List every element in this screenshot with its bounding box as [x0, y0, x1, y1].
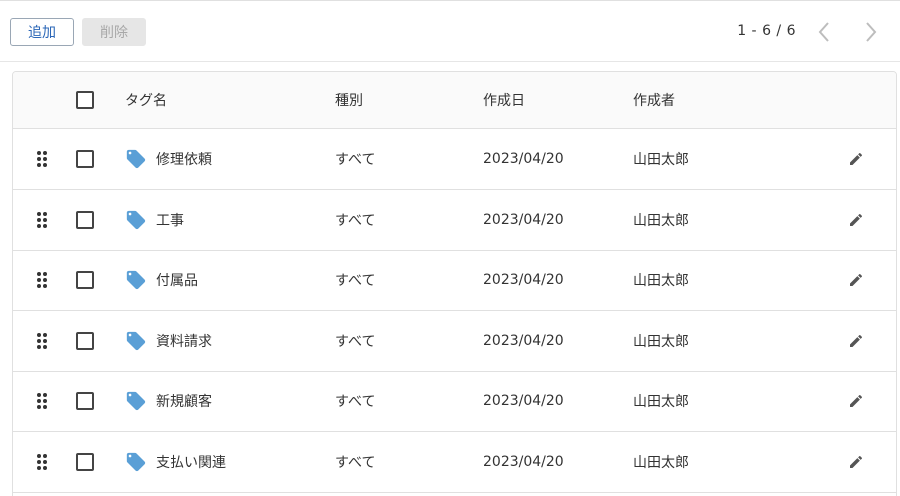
row-select-cell [76, 129, 96, 189]
edit-cell [845, 190, 867, 250]
drag-cell [31, 371, 53, 431]
tag-icon [126, 452, 146, 471]
tag-name: 修理依頼 [156, 152, 212, 168]
delete-button[interactable]: 削除 [82, 18, 146, 46]
tag-name-cell: 修理依頼 [125, 129, 212, 189]
tag-created-date: 2023/04/20 [483, 151, 564, 167]
tag-type: すべて [335, 273, 376, 289]
tag-name: 工事 [156, 212, 184, 229]
row-checkbox[interactable] [76, 271, 94, 289]
tag-table: タグ名 種別 作成日 作成者 修理依頼 すべて 2023/04/20 山田太郎 [12, 71, 897, 496]
row-select-cell [76, 250, 96, 310]
tag-author: 山田太郎 [633, 394, 689, 410]
row-checkbox[interactable] [76, 210, 94, 229]
chevron-right-icon [866, 22, 877, 42]
next-page-button[interactable] [858, 19, 884, 45]
row-checkbox[interactable] [76, 150, 94, 168]
edit-cell [845, 311, 867, 371]
pencil-icon[interactable] [848, 333, 864, 349]
pencil-icon[interactable] [848, 393, 864, 409]
table-row: 新規顧客 すべて 2023/04/20 山田太郎 [13, 371, 896, 432]
pencil-icon[interactable] [848, 454, 864, 470]
tag-type: すべて [335, 212, 376, 229]
pagination-range: 1 - 6 / 6 [737, 23, 796, 39]
column-header-created: 作成日 [483, 93, 525, 109]
column-header-author: 作成者 [633, 93, 675, 109]
add-button[interactable]: 追加 [10, 18, 74, 46]
drag-cell [31, 250, 53, 310]
row-checkbox[interactable] [76, 452, 94, 471]
tag-type: すべて [335, 333, 376, 350]
tag-name: 付属品 [156, 273, 198, 289]
drag-handle-icon[interactable] [36, 332, 48, 350]
tag-author: 山田太郎 [633, 212, 689, 229]
select-all-cell [76, 72, 96, 128]
tag-created-date: 2023/04/20 [483, 453, 564, 470]
tag-icon [126, 391, 146, 411]
tag-created-date: 2023/04/20 [483, 332, 564, 349]
drag-cell [31, 129, 53, 189]
tag-author: 山田太郎 [633, 273, 689, 289]
tag-name-cell: 支払い関連 [125, 432, 226, 492]
tag-created-date: 2023/04/20 [483, 393, 564, 409]
tag-name-cell: 付属品 [125, 250, 198, 310]
tag-type: すべて [335, 152, 376, 168]
drag-handle-icon[interactable] [36, 211, 48, 229]
select-all-checkbox[interactable] [76, 91, 94, 109]
edit-cell [845, 371, 867, 431]
table-row: 修理依頼 すべて 2023/04/20 山田太郎 [13, 129, 896, 190]
row-select-cell [76, 432, 96, 492]
edit-cell [845, 432, 867, 492]
tag-author: 山田太郎 [633, 454, 689, 471]
tag-name-cell: 資料請求 [125, 311, 212, 371]
drag-handle-icon[interactable] [36, 271, 48, 289]
tag-type: すべて [335, 454, 376, 471]
column-header-name: タグ名 [125, 93, 167, 109]
pencil-icon[interactable] [848, 212, 864, 228]
chevron-left-icon [818, 22, 829, 42]
tag-name: 新規顧客 [156, 394, 212, 410]
row-select-cell [76, 190, 96, 250]
tag-icon [126, 149, 146, 169]
row-select-cell [76, 371, 96, 431]
drag-cell [31, 432, 53, 492]
edit-cell [845, 129, 867, 189]
tag-name-cell: 新規顧客 [125, 371, 212, 431]
row-checkbox[interactable] [76, 392, 94, 410]
drag-handle-icon[interactable] [36, 392, 48, 410]
pencil-icon[interactable] [848, 272, 864, 288]
tag-name: 資料請求 [156, 333, 212, 350]
drag-handle-icon[interactable] [36, 150, 48, 168]
row-select-cell [76, 311, 96, 371]
tag-name-cell: 工事 [125, 190, 184, 250]
toolbar: 追加 削除 1 - 6 / 6 [0, 0, 900, 62]
drag-cell [31, 190, 53, 250]
tag-created-date: 2023/04/20 [483, 272, 564, 288]
drag-cell [31, 311, 53, 371]
table-row: 工事 すべて 2023/04/20 山田太郎 [13, 190, 896, 251]
pencil-icon[interactable] [848, 151, 864, 167]
drag-handle-icon[interactable] [36, 453, 48, 471]
row-checkbox[interactable] [76, 331, 94, 350]
tag-name: 支払い関連 [156, 454, 226, 471]
column-header-type: 種別 [335, 93, 363, 109]
tag-author: 山田太郎 [633, 152, 689, 168]
table-row: 支払い関連 すべて 2023/04/20 山田太郎 [13, 432, 896, 493]
tag-author: 山田太郎 [633, 333, 689, 350]
tag-icon [126, 270, 146, 290]
edit-cell [845, 250, 867, 310]
tag-created-date: 2023/04/20 [483, 211, 564, 228]
prev-page-button[interactable] [811, 19, 837, 45]
table-header-row: タグ名 種別 作成日 作成者 [13, 72, 896, 129]
tag-icon [126, 210, 146, 229]
tag-type: すべて [335, 394, 376, 410]
tag-icon [126, 331, 146, 350]
table-row: 資料請求 すべて 2023/04/20 山田太郎 [13, 311, 896, 372]
table-row: 付属品 すべて 2023/04/20 山田太郎 [13, 250, 896, 311]
